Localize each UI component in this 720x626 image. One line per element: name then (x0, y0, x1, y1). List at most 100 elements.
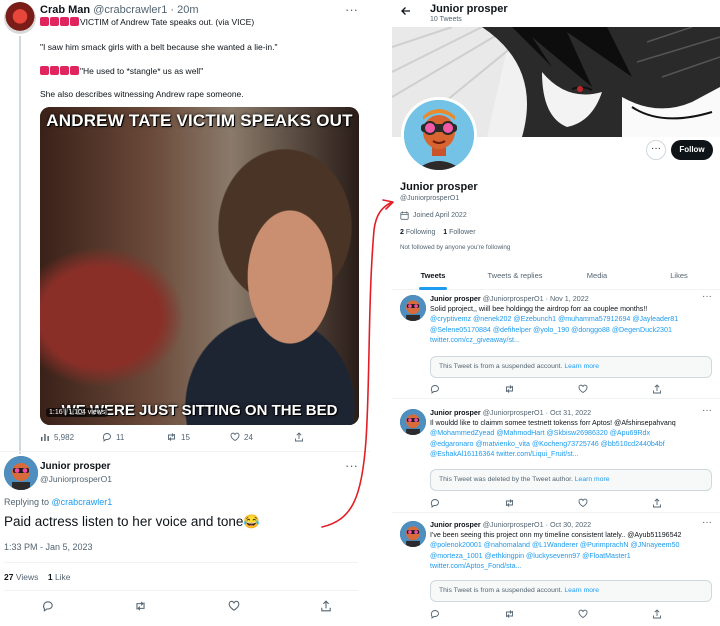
siren-icon (50, 17, 59, 26)
tweet-date[interactable]: · Nov 1, 2022 (546, 294, 589, 303)
tweet-line[interactable]: @EshakAl16116364 twitter.com/Liqui_Fruit… (430, 449, 716, 459)
reply-author-name[interactable]: Junior prosper (40, 461, 111, 472)
tweet-avatar[interactable] (400, 521, 426, 547)
tweet-text-3: "He used to *stangle* us as well" (80, 66, 204, 76)
tab-tweets[interactable]: Tweets (392, 264, 474, 290)
retweet-icon[interactable] (504, 609, 515, 619)
heart-icon[interactable] (578, 609, 588, 619)
video-player[interactable]: ANDREW TATE VICTIM SPEAKS OUT WE WERE JU… (40, 107, 359, 425)
reply-author-handle[interactable]: @JuniorprosperO1 (40, 474, 112, 484)
learn-more-link[interactable]: Learn more (564, 363, 599, 370)
tab-media[interactable]: Media (556, 264, 638, 289)
tweet-author-handle[interactable]: @JuniorprosperO1 (483, 408, 544, 417)
tweet-author-name[interactable]: Junior prosper (430, 408, 481, 417)
tweet-line[interactable]: twitter.com/Aptos_Fond/sta... (430, 561, 716, 571)
tab-likes[interactable]: Likes (638, 264, 720, 289)
siren-icon (40, 66, 49, 75)
views-stat[interactable]: 27 Views (4, 572, 38, 582)
more-icon[interactable]: ··· (345, 2, 358, 17)
video-time: 1:16 | 1,104 views (46, 408, 109, 417)
share-icon[interactable] (320, 600, 332, 612)
profile-avatar[interactable] (401, 97, 477, 173)
views-stat[interactable]: 5,982 (40, 432, 102, 442)
heart-icon[interactable] (578, 384, 588, 394)
siren-icon (50, 66, 59, 75)
reply-icon[interactable] (42, 600, 54, 612)
reply-icon[interactable] (430, 384, 440, 394)
heart-icon[interactable] (578, 498, 588, 508)
divider (4, 590, 358, 591)
tweet-author-handle[interactable]: @JuniorprosperO1 (483, 520, 544, 529)
tweet-author-name[interactable]: Junior prosper (430, 520, 481, 529)
followers-stat[interactable]: 1 Follower (443, 229, 475, 236)
divider (0, 451, 370, 452)
tweet-line[interactable]: @morteza_1001 @ethkingpin @luckysevenn97… (430, 551, 716, 561)
tab-tweets-replies[interactable]: Tweets & replies (474, 264, 556, 289)
suspended-notice: This Tweet is from a suspended account. … (430, 356, 712, 378)
profile-tweet[interactable]: Junior prosper @JuniorprosperO1 · Oct 31… (392, 405, 720, 513)
retweet-icon (168, 433, 175, 441)
tweet-line[interactable]: @MohammedZyead @MahmodHart @Skbisw269863… (430, 428, 716, 438)
reply-action-row (42, 600, 332, 612)
profile-tweet[interactable]: Junior prosper @JuniorprosperO1 · Oct 30… (392, 517, 720, 626)
tweet-author-name[interactable]: Junior prosper (430, 294, 481, 303)
tweet-line[interactable]: @polenok20001 @nahomaland @L1Wanderer @P… (430, 540, 716, 550)
more-icon[interactable]: ··· (702, 291, 712, 302)
tweet-date[interactable]: · Oct 30, 2022 (546, 520, 592, 529)
profile-tweet[interactable]: Junior prosper @JuniorprosperO1 · Nov 1,… (392, 291, 720, 399)
crab-man-avatar[interactable] (4, 2, 36, 34)
following-label: Following (405, 229, 436, 236)
reply-icon[interactable] (430, 498, 440, 508)
retweet-count: 15 (181, 432, 190, 442)
retweet-icon[interactable] (504, 498, 515, 508)
tweet-line[interactable]: @edgaronaro @matvienko_vita @Kocheng7372… (430, 439, 716, 449)
share-button[interactable] (294, 432, 304, 442)
retweet-icon[interactable] (504, 384, 515, 394)
more-options-button[interactable]: ··· (646, 140, 666, 160)
tweet-author-handle[interactable]: @JuniorprosperO1 (483, 294, 544, 303)
like-button[interactable]: 24 (230, 432, 294, 442)
reply-button[interactable]: 11 (102, 432, 166, 442)
tweet-text-1: VICTIM of Andrew Tate speaks out. (via V… (80, 17, 255, 27)
siren-icon (70, 66, 79, 75)
tweet-avatar[interactable] (400, 409, 426, 435)
follow-stats: 2 Following 1 Follower (400, 229, 476, 236)
views-count: 27 (4, 572, 14, 582)
tweet-line[interactable]: twitter.com/cz_giveaway/st... (430, 335, 716, 345)
views-icon (41, 434, 49, 441)
views-count: 5,982 (54, 432, 75, 442)
follow-button[interactable]: Follow (671, 140, 713, 160)
tweet-date[interactable]: · Oct 31, 2022 (546, 408, 592, 417)
junior-prosper-avatar[interactable] (4, 456, 38, 490)
siren-icon (60, 66, 69, 75)
tweet-line-3: "He used to *stangle* us as well" (40, 66, 203, 77)
replying-prefix: Replying to (4, 497, 50, 507)
siren-icon (40, 17, 49, 26)
tweet-text-4: She also describes witnessing Andrew rap… (40, 89, 244, 99)
more-icon[interactable]: ··· (345, 458, 358, 473)
reply-timestamp[interactable]: 1:33 PM - Jan 5, 2023 (4, 542, 93, 552)
learn-more-link[interactable]: Learn more (564, 587, 599, 594)
crab-name[interactable]: Crab Man (40, 4, 90, 16)
deleted-notice: This Tweet was deleted by the Tweet auth… (430, 469, 712, 491)
share-icon[interactable] (652, 384, 662, 394)
likes-stat[interactable]: 1 Like (48, 572, 71, 582)
reply-icon[interactable] (430, 609, 440, 619)
tweet-line[interactable]: @cryptivemz @nenek202 @Ezebunch1 @muhamm… (430, 314, 716, 324)
retweet-button[interactable]: 15 (166, 432, 230, 442)
share-icon[interactable] (652, 609, 662, 619)
tweet-line[interactable]: @Selene05170884 @defihelper @yolo_190 @d… (430, 325, 716, 335)
back-arrow-icon[interactable] (400, 5, 412, 17)
crab-handle[interactable]: @crabcrawler1 (93, 4, 167, 16)
share-icon[interactable] (652, 498, 662, 508)
replying-handle[interactable]: @crabcrawler1 (52, 497, 113, 507)
tweet-action-row (430, 609, 712, 619)
more-icon[interactable]: ··· (702, 517, 712, 528)
heart-icon[interactable] (228, 600, 240, 612)
more-icon[interactable]: ··· (702, 405, 712, 416)
reply-text: Paid actress listen to her voice and ton… (4, 514, 261, 529)
following-stat[interactable]: 2 Following (400, 229, 435, 236)
retweet-icon[interactable] (134, 600, 147, 612)
tweet-avatar[interactable] (400, 295, 426, 321)
learn-more-link[interactable]: Learn more (575, 476, 610, 483)
